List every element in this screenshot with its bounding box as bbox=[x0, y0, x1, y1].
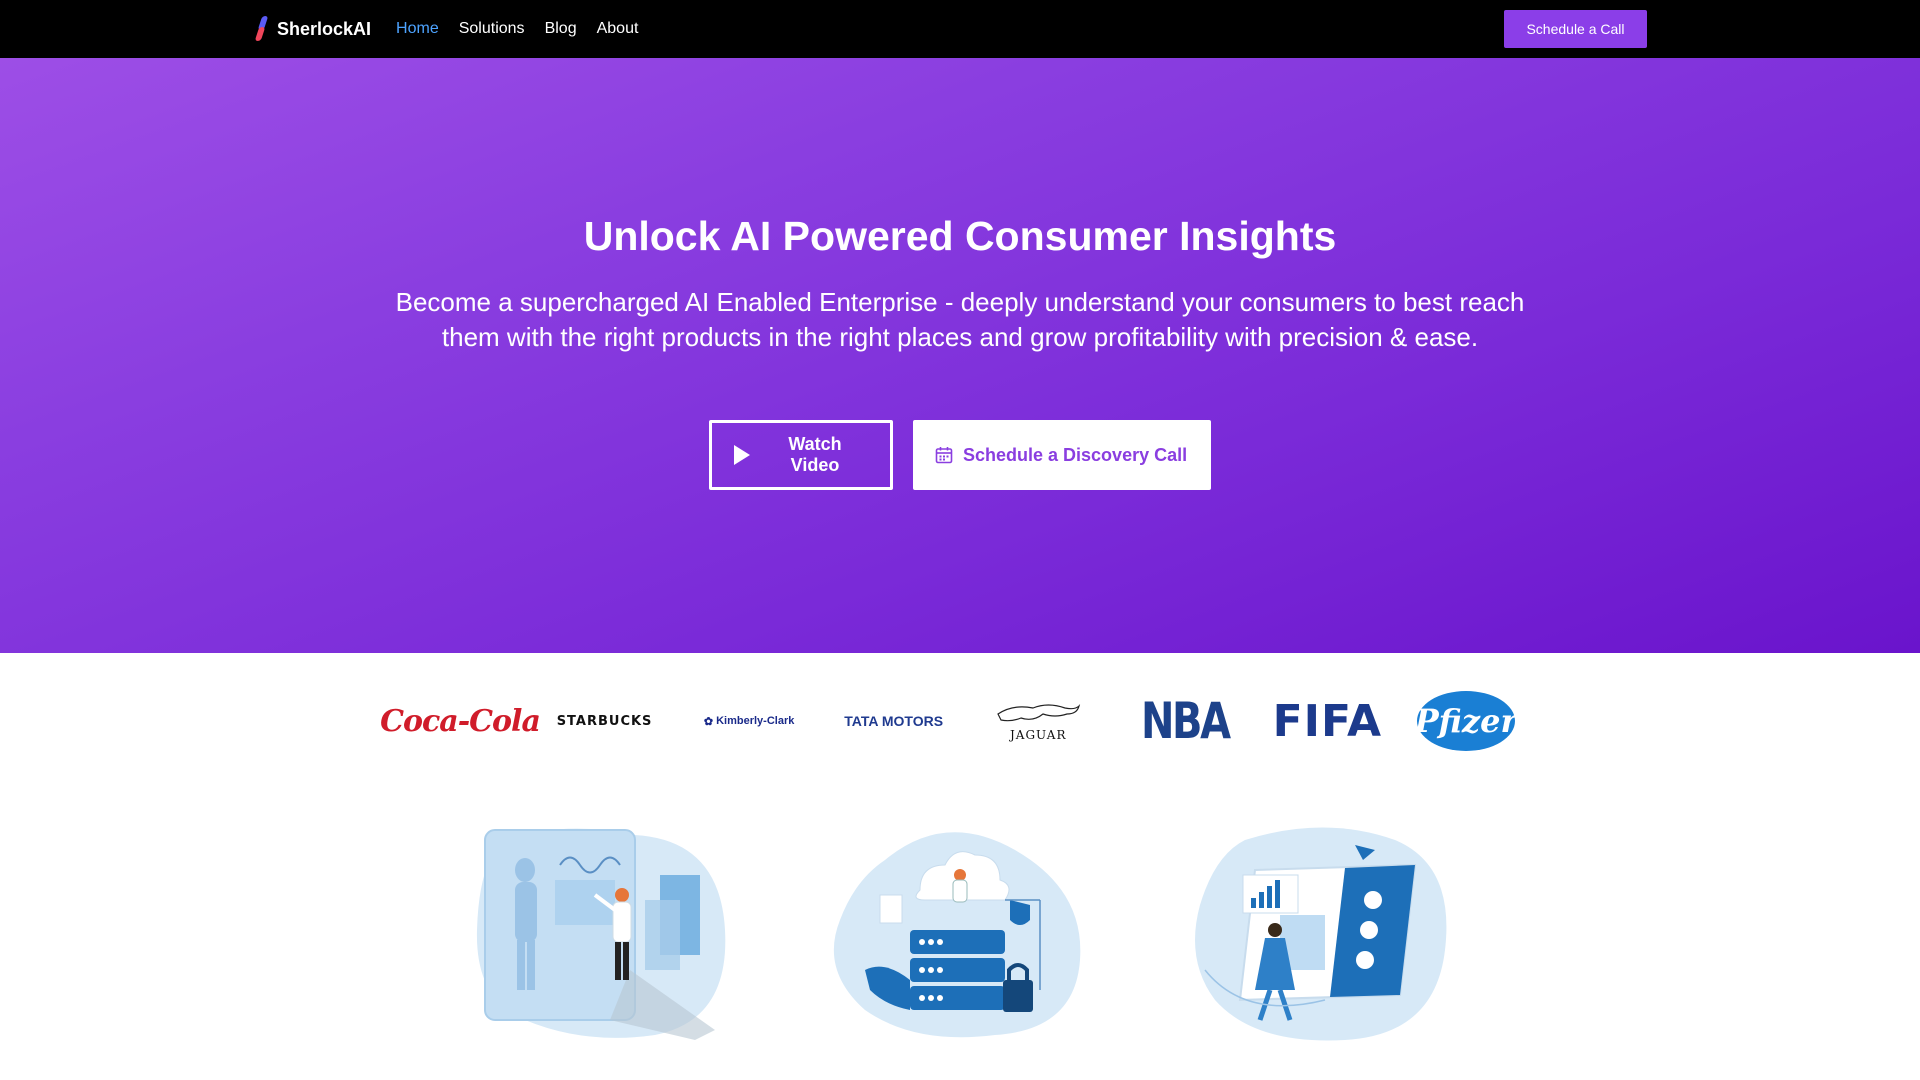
client-logos: Coca‑Cola STARBUCKS ✿ Kimberly-Clark TATA… bbox=[380, 683, 1517, 759]
watch-video-label: Watch Video bbox=[788, 434, 842, 475]
brand-name: SherlockAI bbox=[277, 18, 372, 39]
calendar-icon bbox=[935, 447, 953, 464]
pfizer-logo: Pfizer bbox=[1415, 691, 1517, 751]
hero-section: Unlock AI Powered Consumer Insights Beco… bbox=[0, 58, 1920, 653]
brand[interactable]: SherlockAI bbox=[254, 15, 372, 43]
starbucks-logo: STARBUCKS bbox=[556, 713, 653, 729]
nba-logo: NBA bbox=[1140, 692, 1231, 750]
nav-links: Home Solutions Blog About bbox=[396, 20, 638, 38]
scientist-illustration bbox=[465, 820, 735, 1050]
fifa-logo: FIFA bbox=[1272, 695, 1383, 747]
tata-motors-logo: TATA MOTORS bbox=[844, 713, 944, 729]
play-icon bbox=[734, 445, 750, 465]
schedule-discovery-call-button[interactable]: Schedule a Discovery Call bbox=[913, 420, 1211, 490]
jaguar-logo: JAGUAR bbox=[983, 686, 1093, 756]
top-nav: SherlockAI Home Solutions Blog About Sch… bbox=[0, 0, 1920, 58]
jaguar-leaper-icon bbox=[997, 704, 1081, 722]
kimberly-clark-mark-icon: ✿ bbox=[703, 715, 714, 728]
nav-link-home[interactable]: Home bbox=[396, 20, 439, 38]
nav-link-about[interactable]: About bbox=[597, 20, 639, 38]
coca-cola-logo: Coca‑Cola bbox=[380, 703, 541, 739]
nav-link-solutions[interactable]: Solutions bbox=[459, 20, 525, 38]
schedule-discovery-label: Schedule a Discovery Call bbox=[963, 444, 1188, 465]
hero-title: Unlock AI Powered Consumer Insights bbox=[583, 213, 1337, 259]
brand-logo-icon bbox=[254, 15, 269, 43]
watch-video-button[interactable]: Watch Video bbox=[709, 420, 893, 490]
nav-link-blog[interactable]: Blog bbox=[545, 20, 577, 38]
schedule-call-button[interactable]: Schedule a Call bbox=[1504, 10, 1647, 48]
hero-buttons: Watch Video Schedule a Discovery Call bbox=[0, 420, 1920, 490]
cloud-server-illustration bbox=[825, 820, 1095, 1050]
jaguar-wordmark: JAGUAR bbox=[1009, 728, 1067, 742]
hero-subtitle: Become a supercharged AI Enabled Enterpr… bbox=[395, 287, 1525, 352]
dashboard-illustration bbox=[1185, 820, 1455, 1050]
kimberly-clark-logo: ✿ Kimberly-Clark bbox=[703, 715, 795, 728]
